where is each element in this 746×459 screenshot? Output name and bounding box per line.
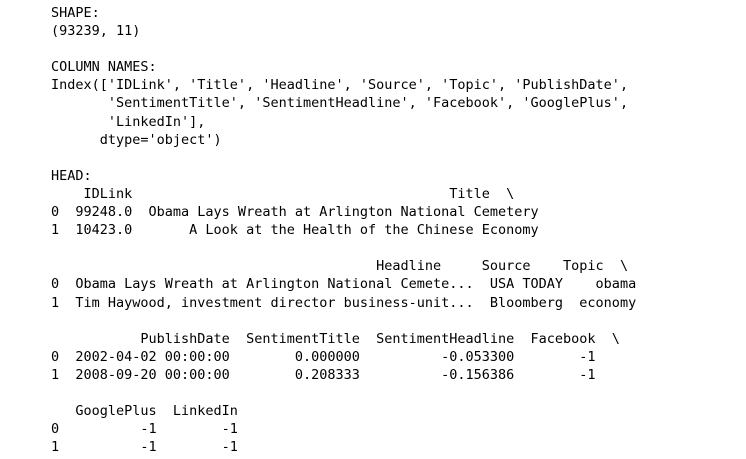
table-header-headline-source-topic: Headline Source Topic \ [51, 258, 629, 275]
column-index-line-3: 'LinkedIn'], [51, 113, 206, 130]
column-index-dtype: dtype='object') [51, 131, 222, 148]
table-row: 1 Tim Haywood, investment director busin… [51, 294, 637, 311]
column-names-heading: COLUMN NAMES: [51, 59, 157, 76]
table-header-publishdate-sentiment-facebook: PublishDate SentimentTitle SentimentHead… [51, 330, 620, 347]
table-header-googleplus-linkedin: GooglePlus LinkedIn [51, 403, 238, 420]
shape-value: (93239, 11) [51, 23, 141, 40]
table-row: 0 Obama Lays Wreath at Arlington Nationa… [51, 276, 637, 293]
shape-heading: SHAPE: [51, 5, 100, 21]
column-index-line-2: 'SentimentTitle', 'SentimentHeadline', '… [51, 95, 629, 112]
table-row: 1 10423.0 A Look at the Health of the Ch… [51, 222, 539, 239]
table-row: 1 -1 -1 [51, 439, 238, 456]
console-output: SHAPE: (93239, 11) COLUMN NAMES: Index(['ID… [0, 0, 746, 456]
table-row: 1 2008-09-20 00:00:00 0.208333 -0.156386… [51, 366, 596, 383]
table-row: 0 -1 -1 [51, 421, 238, 438]
table-header-idlink-title: IDLink Title \ [51, 185, 515, 202]
table-row: 0 2002-04-02 00:00:00 0.000000 -0.053300… [51, 348, 596, 365]
table-row: 0 99248.0 Obama Lays Wreath at Arlington… [51, 204, 539, 221]
column-index-line-1: Index(['IDLink', 'Title', 'Headline', 'S… [51, 77, 629, 94]
head-heading: HEAD: [51, 167, 92, 184]
